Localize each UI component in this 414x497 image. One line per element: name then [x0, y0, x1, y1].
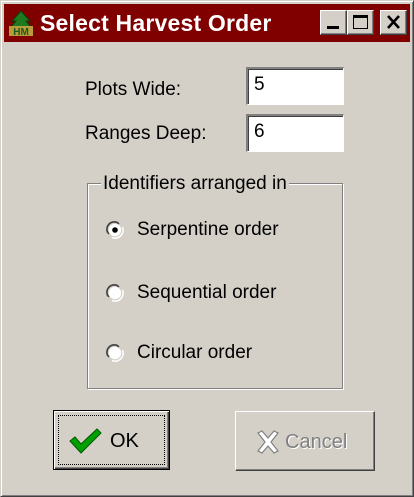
radio-label-circular: Circular order [137, 342, 253, 363]
maximize-button[interactable] [347, 10, 374, 35]
ok-button-label: OK [110, 430, 139, 452]
plots-wide-label: Plots Wide: [85, 79, 182, 100]
select-harvest-order-dialog: HM Select Harvest Order Plots Wide: 5 Ra… [0, 0, 414, 497]
harvest-master-app-icon: HM [7, 9, 35, 37]
ranges-deep-input[interactable]: 6 [246, 114, 344, 152]
radio-unselected-icon[interactable] [105, 283, 125, 303]
group-legend: Identifiers arranged in [101, 173, 289, 195]
minimize-button[interactable] [320, 10, 347, 35]
cancel-button[interactable]: Cancel [235, 411, 375, 471]
svg-text:HM: HM [13, 27, 29, 37]
ranges-deep-label: Ranges Deep: [85, 123, 207, 144]
radio-label-serpentine: Serpentine order [137, 219, 279, 240]
window-title: Select Harvest Order [40, 10, 272, 36]
cancel-x-icon [257, 430, 279, 454]
close-button[interactable] [380, 10, 407, 35]
plots-wide-input[interactable]: 5 [246, 67, 344, 105]
radio-label-sequential: Sequential order [137, 282, 277, 303]
checkmark-icon [69, 428, 102, 454]
ok-button[interactable]: OK [53, 410, 170, 470]
title-bar[interactable]: HM Select Harvest Order [4, 4, 410, 42]
radio-selected-icon[interactable] [105, 220, 125, 240]
cancel-button-label: Cancel [285, 431, 348, 453]
radio-unselected-icon[interactable] [105, 343, 125, 363]
close-icon [387, 15, 400, 29]
minimize-icon [327, 26, 339, 29]
maximize-icon [353, 15, 368, 29]
